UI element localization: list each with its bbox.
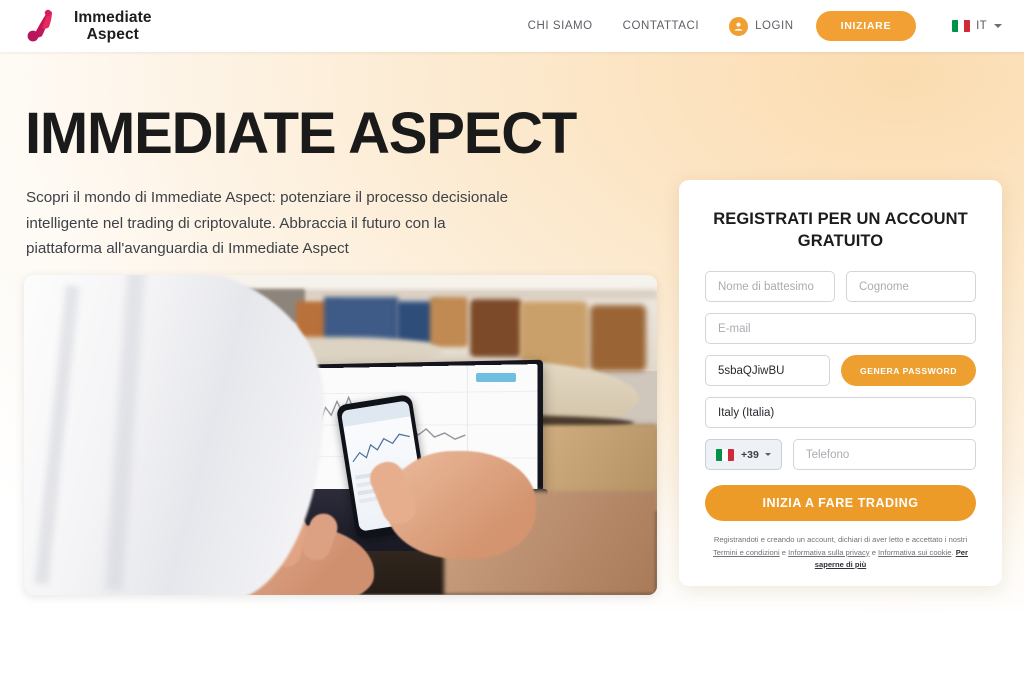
name-row (705, 271, 976, 302)
first-name-input[interactable] (705, 271, 835, 302)
phone-input[interactable] (792, 439, 976, 470)
user-avatar-icon (729, 16, 749, 36)
chevron-down-icon (764, 453, 771, 456)
italy-flag-icon (716, 448, 734, 461)
email-input[interactable] (705, 313, 976, 344)
nav-chi-siamo[interactable]: CHI SIAMO (528, 20, 593, 32)
page-title: IMMEDIATE ASPECT (25, 101, 577, 166)
start-trading-button[interactable]: INIZIA A FARE TRADING (705, 485, 976, 521)
phone-prefix-code: +39 (741, 448, 759, 461)
terms-link[interactable]: Termini e condizioni (713, 548, 780, 557)
country-select[interactable] (705, 397, 976, 428)
nav-contattaci[interactable]: CONTATTACI (623, 20, 699, 32)
hero-subtitle: Scopri il mondo di Immediate Aspect: pot… (26, 189, 509, 257)
login-label: LOGIN (755, 20, 794, 32)
signup-form-card: REGISTRATI PER UN ACCOUNT GRATUITO GENER… (679, 180, 1002, 586)
main-nav: CHI SIAMO CONTATTACI LOGIN INIZIARE IT (528, 11, 1008, 41)
chevron-down-icon (994, 24, 1002, 28)
privacy-link[interactable]: Informativa sulla privacy (788, 548, 869, 557)
password-row: GENERA PASSWORD (705, 355, 976, 386)
country-row (705, 397, 976, 428)
header-iniziare-button[interactable]: INIZIARE (815, 11, 917, 41)
legal-prefix-2: nostri (948, 535, 968, 544)
last-name-input[interactable] (846, 271, 976, 302)
immediate-aspect-logo-icon (22, 7, 62, 45)
legal-line-1: Registrandoti e creando un account, dich… (713, 535, 947, 544)
password-input[interactable] (705, 355, 830, 386)
form-title: REGISTRATI PER UN ACCOUNT GRATUITO (713, 210, 968, 250)
cookie-link[interactable]: Informativa sui cookie (878, 548, 951, 557)
login-button[interactable]: LOGIN (729, 16, 794, 36)
legal-disclaimer: Registrandoti e creando un account, dich… (705, 534, 976, 572)
brand-line-1: Immediate (74, 9, 152, 26)
generate-password-button[interactable]: GENERA PASSWORD (841, 355, 976, 386)
phone-row: +39 (705, 439, 976, 470)
brand-line-2: Aspect (86, 26, 139, 43)
brand-name: Immediate Aspect (74, 9, 152, 43)
italy-flag-icon (952, 20, 971, 32)
brand-logo[interactable]: Immediate Aspect (22, 7, 152, 45)
legal-sep-1: e (779, 547, 789, 557)
language-selector[interactable]: IT (952, 20, 1002, 32)
phone-prefix-selector[interactable]: +39 (705, 439, 782, 470)
language-code: IT (976, 20, 987, 32)
site-header: Immediate Aspect CHI SIAMO CONTATTACI LO… (0, 0, 1024, 52)
email-row (705, 313, 976, 344)
hero-image (24, 275, 657, 595)
legal-sep-2: e (869, 547, 879, 557)
landing-page: Immediate Aspect CHI SIAMO CONTATTACI LO… (0, 0, 1024, 683)
